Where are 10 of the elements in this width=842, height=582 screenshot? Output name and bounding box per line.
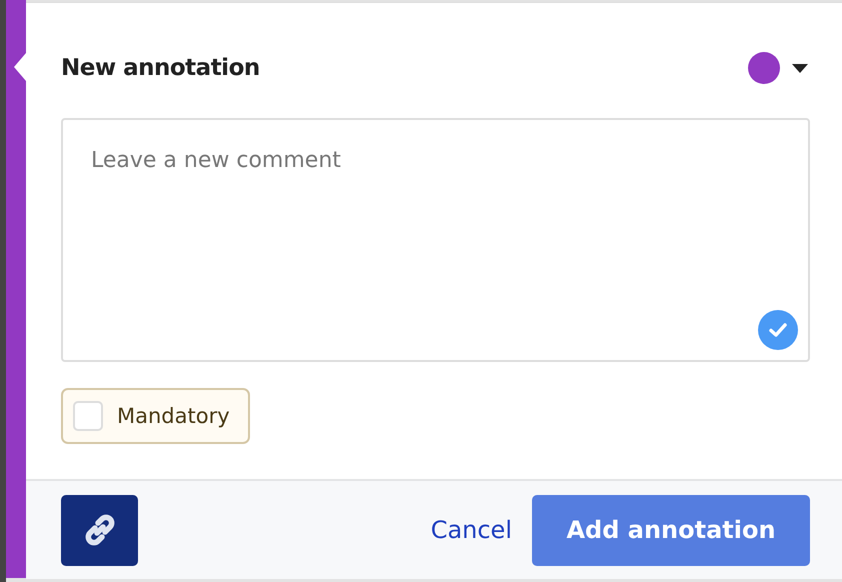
checkbox[interactable] — [73, 401, 103, 431]
check-icon — [758, 310, 798, 350]
comment-field[interactable]: Leave a new comment — [61, 118, 810, 362]
color-picker[interactable] — [748, 52, 808, 84]
add-annotation-button[interactable]: Add annotation — [532, 494, 810, 566]
panel-title: New annotation — [61, 55, 260, 81]
cancel-button[interactable]: Cancel — [430, 516, 512, 544]
link-button[interactable] — [61, 494, 138, 566]
mandatory-toggle[interactable]: Mandatory — [61, 388, 250, 444]
caret-icon — [792, 64, 808, 72]
